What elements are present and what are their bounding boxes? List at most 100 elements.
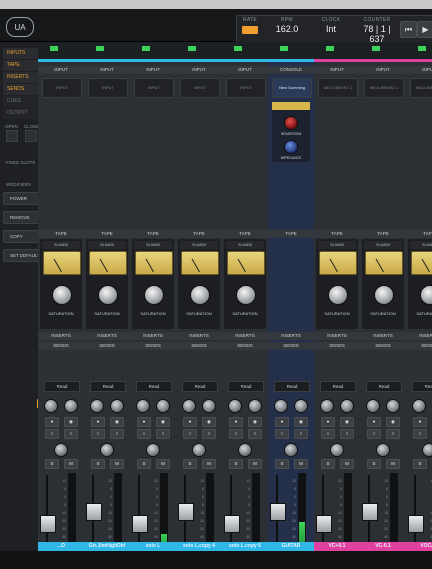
automation-read-select[interactable]: Read <box>44 381 80 392</box>
solo-button[interactable]: S <box>321 459 335 469</box>
pan-knob[interactable] <box>284 443 298 457</box>
send-knob[interactable] <box>110 399 124 413</box>
monitor-button[interactable]: I <box>294 429 308 439</box>
rate-indicator[interactable] <box>242 26 258 34</box>
summing-select[interactable]: New Summing <box>272 78 312 98</box>
send-knob[interactable] <box>136 399 150 413</box>
input-select[interactable]: INPUT <box>134 78 174 98</box>
saturation-knob[interactable] <box>328 285 348 305</box>
record-button[interactable]: ● <box>183 417 197 427</box>
fader-cap[interactable] <box>362 503 378 521</box>
record-button[interactable]: ● <box>229 417 243 427</box>
monitor-button[interactable]: I <box>340 429 354 439</box>
input-select[interactable]: MIC/LINE/HIZ 1 <box>410 78 432 98</box>
fader-cap[interactable] <box>408 515 424 533</box>
solo-button[interactable]: S <box>137 459 151 469</box>
pan-knob[interactable] <box>376 443 390 457</box>
mono-button[interactable]: I <box>45 429 59 439</box>
bpm-cell[interactable]: BPM 162.0 <box>267 16 307 42</box>
open-button[interactable] <box>6 130 18 142</box>
solo-button[interactable]: S <box>45 459 59 469</box>
send-knob[interactable] <box>44 399 58 413</box>
close-button[interactable] <box>25 130 37 142</box>
fader-cap[interactable] <box>224 515 240 533</box>
mute-button[interactable]: M <box>294 459 308 469</box>
power-icon[interactable]: ◉ <box>248 417 262 427</box>
send-knob[interactable] <box>228 399 242 413</box>
automation-read-select[interactable]: Read <box>90 381 126 392</box>
mono-button[interactable]: I <box>91 429 105 439</box>
channel-name[interactable]: solo L.copy 6 <box>222 542 268 551</box>
gain-knob[interactable] <box>284 116 298 130</box>
power-icon[interactable]: ◉ <box>156 417 170 427</box>
solo-button[interactable]: S <box>367 459 381 469</box>
monitor-button[interactable]: I <box>202 429 216 439</box>
mono-button[interactable]: I <box>183 429 197 439</box>
solo-button[interactable]: S <box>229 459 243 469</box>
fader-cap[interactable] <box>270 503 286 521</box>
mono-button[interactable]: I <box>275 429 289 439</box>
monitor-button[interactable]: I <box>386 429 400 439</box>
saturation-knob[interactable] <box>190 285 210 305</box>
saturation-knob[interactable] <box>144 285 164 305</box>
pan-knob[interactable] <box>238 443 252 457</box>
channel-name[interactable]: ...O <box>38 542 84 551</box>
record-button[interactable]: ● <box>367 417 381 427</box>
channel-name[interactable]: Gtr.JimHighDbl <box>84 542 130 551</box>
saturation-knob[interactable] <box>374 285 394 305</box>
mono-button[interactable]: I <box>229 429 243 439</box>
pan-knob[interactable] <box>54 443 68 457</box>
power-icon[interactable]: ◉ <box>110 417 124 427</box>
send-knob[interactable] <box>294 399 308 413</box>
input-select[interactable]: MIC/LINE/HIZ 1 <box>318 78 358 98</box>
mono-button[interactable]: I <box>137 429 151 439</box>
send-knob[interactable] <box>386 399 400 413</box>
saturation-knob[interactable] <box>52 285 72 305</box>
channel-name[interactable]: VC-0.1 <box>360 542 406 551</box>
solo-button[interactable]: S <box>275 459 289 469</box>
input-select[interactable]: INPUT <box>88 78 128 98</box>
mute-button[interactable]: M <box>64 459 78 469</box>
input-select[interactable]: MIC/LINE/HIZ 1 <box>364 78 404 98</box>
automation-read-select[interactable]: Read <box>182 381 218 392</box>
send-knob[interactable] <box>156 399 170 413</box>
power-icon[interactable]: ◉ <box>64 417 78 427</box>
pan-knob[interactable] <box>100 443 114 457</box>
send-knob[interactable] <box>64 399 78 413</box>
impedance-knob[interactable] <box>284 140 298 154</box>
automation-read-select[interactable]: Read <box>320 381 356 392</box>
fader-cap[interactable] <box>316 515 332 533</box>
clock-cell[interactable]: CLOCK Int <box>311 16 351 42</box>
skip-back-icon[interactable]: ⏮ <box>400 21 417 38</box>
pan-knob[interactable] <box>146 443 160 457</box>
record-button[interactable]: ● <box>275 417 289 427</box>
mute-button[interactable]: M <box>248 459 262 469</box>
mute-button[interactable]: M <box>156 459 170 469</box>
input-select[interactable]: INPUT <box>180 78 220 98</box>
fader-cap[interactable] <box>40 515 56 533</box>
saturation-knob[interactable] <box>420 285 432 305</box>
channel-name[interactable]: solo L.copy 4 <box>176 542 222 551</box>
monitor-button[interactable]: I <box>156 429 170 439</box>
fader-cap[interactable] <box>86 503 102 521</box>
automation-read-select[interactable]: Read <box>274 381 310 392</box>
record-button[interactable]: ● <box>321 417 335 427</box>
fader-cap[interactable] <box>132 515 148 533</box>
mute-button[interactable]: M <box>110 459 124 469</box>
power-icon[interactable]: ◉ <box>294 417 308 427</box>
play-icon[interactable]: ▶ <box>417 21 432 38</box>
power-icon[interactable]: ◉ <box>386 417 400 427</box>
record-button[interactable]: ● <box>91 417 105 427</box>
monitor-button[interactable]: I <box>64 429 78 439</box>
fader-cap[interactable] <box>178 503 194 521</box>
send-knob[interactable] <box>248 399 262 413</box>
solo-button[interactable]: S <box>413 459 427 469</box>
automation-read-select[interactable]: Read <box>136 381 172 392</box>
send-knob[interactable] <box>90 399 104 413</box>
mono-button[interactable]: I <box>367 429 381 439</box>
channel-name[interactable]: solo L <box>130 542 176 551</box>
mono-button[interactable]: I <box>413 429 427 439</box>
send-knob[interactable] <box>182 399 196 413</box>
channel-name[interactable]: GUITAR <box>268 542 314 551</box>
monitor-button[interactable]: I <box>110 429 124 439</box>
